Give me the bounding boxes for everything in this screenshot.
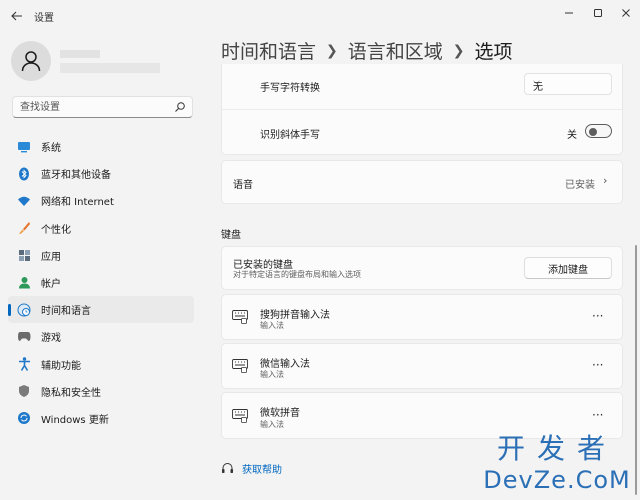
- sidebar-item-label: 网络和 Internet: [41, 197, 114, 209]
- gamepad-icon: [17, 330, 31, 344]
- sidebar-item-accessibility[interactable]: 辅助功能: [8, 351, 194, 378]
- keyboard-icon: [232, 310, 248, 324]
- keyboard-item-sub: 输入法: [260, 370, 284, 379]
- toggle-state-label: 关: [567, 130, 577, 141]
- avatar[interactable]: [11, 41, 51, 81]
- sidebar-item-system[interactable]: 系统: [8, 133, 194, 160]
- keyboard-item-name: 搜狗拼音输入法: [260, 310, 330, 321]
- sidebar-item-time-language[interactable]: 时间和语言: [8, 296, 194, 324]
- italic-handwriting-label: 识别斜体手写: [260, 130, 320, 141]
- chevron-right-icon: ›: [603, 174, 608, 187]
- sidebar-item-label: 时间和语言: [41, 306, 91, 318]
- search-icon[interactable]: [174, 101, 186, 113]
- sidebar-item-label: 游戏: [41, 333, 61, 345]
- wifi-icon: [17, 194, 31, 208]
- breadcrumb: 时间和语言 ❯ 语言和区域 ❯ 选项: [221, 37, 513, 64]
- sidebar-item-label: 个性化: [41, 224, 71, 236]
- sidebar-item-label: 帐户: [41, 279, 61, 291]
- sidebar-item-gaming[interactable]: 游戏: [8, 323, 194, 350]
- user-name-blurred: [60, 50, 100, 58]
- italic-handwriting-toggle[interactable]: [585, 124, 612, 138]
- back-button[interactable]: [6, 5, 28, 27]
- watermark-line2: DevZe.CoM: [483, 466, 631, 494]
- keyboard-item-sub: 输入法: [260, 321, 284, 330]
- user-icon: [21, 51, 41, 72]
- sidebar-item-label: 蓝牙和其他设备: [41, 170, 111, 182]
- breadcrumb-language-region[interactable]: 语言和区域: [348, 37, 443, 64]
- maximize-icon: [594, 9, 602, 17]
- search-input[interactable]: [20, 100, 170, 114]
- brush-icon: [17, 221, 31, 235]
- sidebar-item-network[interactable]: 网络和 Internet: [8, 187, 194, 214]
- monitor-icon: [17, 140, 31, 154]
- speech-label: 语音: [233, 180, 253, 191]
- add-keyboard-button[interactable]: 添加键盘: [524, 257, 612, 279]
- minimize-icon: [565, 12, 573, 14]
- globe-clock-icon: [17, 303, 31, 317]
- more-options-icon[interactable]: ···: [592, 309, 603, 323]
- account-icon: [17, 276, 31, 290]
- keyboard-item-sub: 输入法: [260, 420, 284, 429]
- app-title: 设置: [34, 13, 54, 24]
- sidebar-item-label: 应用: [41, 251, 61, 263]
- sidebar-item-label: Windows 更新: [41, 414, 109, 426]
- speech-status: 已安装: [565, 180, 595, 191]
- chevron-right-icon: ❯: [326, 42, 338, 59]
- sidebar-item-apps[interactable]: 应用: [8, 242, 194, 269]
- toggle-knob: [589, 127, 597, 136]
- shield-icon: [17, 384, 31, 398]
- scrollbar[interactable]: [635, 245, 637, 495]
- bluetooth-icon: [17, 167, 31, 181]
- keyboard-icon: [232, 409, 248, 423]
- handwriting-convert-dropdown[interactable]: 无 ⌵: [524, 73, 612, 95]
- page-title: 选项: [474, 41, 513, 63]
- keyboard-item-name: 微软拼音: [260, 408, 300, 419]
- sidebar-nav: 系统 蓝牙和其他设备 网络和 Internet 个性化 应用 帐户 时间和语言 …: [8, 133, 194, 432]
- breadcrumb-time-language[interactable]: 时间和语言: [221, 37, 316, 64]
- sidebar-item-privacy[interactable]: 隐私和安全性: [8, 378, 194, 405]
- back-arrow-icon: [11, 11, 22, 21]
- sidebar-item-windows-update[interactable]: Windows 更新: [8, 405, 194, 432]
- title-bar: 设置: [0, 0, 640, 32]
- watermark: 开发者 DevZe.CoM: [482, 433, 632, 495]
- sidebar-item-accounts[interactable]: 帐户: [8, 269, 194, 296]
- watermark-line1: 开发者: [496, 432, 617, 465]
- get-help-link[interactable]: 获取帮助: [221, 461, 282, 476]
- keyboard-section-title: 键盘: [221, 230, 241, 241]
- installed-keyboards-desc: 对于特定语言的键盘布局和输入选项: [233, 270, 361, 279]
- sidebar-item-bluetooth[interactable]: 蓝牙和其他设备: [8, 160, 194, 187]
- keyboard-item-name: 微信输入法: [260, 359, 310, 370]
- minimize-button[interactable]: [556, 3, 582, 23]
- handwriting-convert-label: 手写字符转换: [260, 83, 320, 94]
- help-icon: [222, 463, 233, 473]
- update-icon: [17, 411, 31, 425]
- keyboard-icon: [232, 359, 248, 373]
- get-help-label: 获取帮助: [242, 465, 282, 476]
- more-options-icon[interactable]: ···: [592, 358, 603, 372]
- search-box[interactable]: [12, 96, 193, 118]
- divider: [222, 109, 622, 110]
- speech-card[interactable]: [221, 160, 623, 204]
- close-icon: [622, 9, 630, 17]
- apps-icon: [17, 248, 31, 262]
- sidebar-item-personalization[interactable]: 个性化: [8, 215, 194, 242]
- sidebar-item-label: 辅助功能: [41, 360, 81, 372]
- sidebar-item-label: 系统: [41, 143, 61, 155]
- user-email-blurred: [60, 63, 160, 73]
- more-options-icon[interactable]: ···: [592, 408, 603, 422]
- chevron-right-icon: ❯: [452, 42, 465, 59]
- accessibility-icon: [17, 357, 31, 372]
- chevron-down-icon: ⌵: [533, 77, 540, 87]
- maximize-button[interactable]: [585, 3, 611, 23]
- close-button[interactable]: [613, 3, 639, 23]
- sidebar-item-label: 隐私和安全性: [41, 387, 101, 399]
